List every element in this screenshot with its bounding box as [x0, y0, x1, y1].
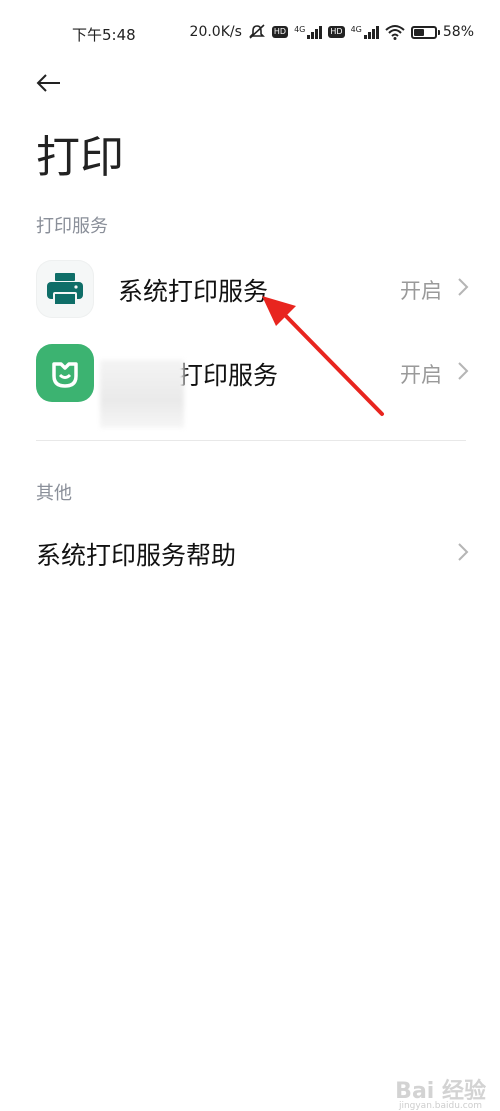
mi-home-icon [36, 344, 94, 402]
printer-icon [36, 260, 94, 318]
net-type-2: 4G [350, 25, 362, 34]
chevron-right-icon [458, 362, 469, 380]
watermark-url: jingyan.baidu.com [398, 1101, 482, 1111]
section-header-print-services: 打印服务 [36, 216, 108, 237]
blurred-redaction [100, 360, 184, 428]
list-item-system-print-service[interactable]: 系统打印服务 开启 [0, 248, 500, 328]
status-icons: 20.0K/s HD 4G HD 4G 58% [190, 24, 474, 40]
mute-bell-icon [248, 24, 265, 39]
hd-badge-2: HD [328, 26, 345, 38]
item-status: 开启 [400, 279, 442, 303]
item-status: 开启 [400, 363, 442, 387]
status-bar: 下午5:48 20.0K/s HD 4G HD 4G 58% [0, 0, 500, 70]
battery-fill [413, 28, 424, 36]
net-speed: 20.0K/s [189, 24, 242, 40]
list-item-mi-print-service[interactable]: 打印服务 开启 [0, 332, 500, 412]
chevron-right-icon [458, 543, 469, 561]
net-type-1: 4G [294, 25, 306, 34]
item-label: 系统打印服务 [118, 277, 269, 306]
back-arrow-icon [36, 74, 60, 92]
wifi-icon [385, 25, 405, 40]
section-header-other: 其他 [36, 483, 72, 504]
battery-icon [410, 25, 440, 39]
signal-2-icon: 4G [351, 25, 379, 39]
back-button[interactable] [30, 64, 70, 104]
list-item-print-service-help[interactable]: 系统打印服务帮助 [0, 520, 500, 584]
page-title: 打印 [36, 132, 124, 183]
battery-percent: 58% [442, 24, 474, 40]
status-time: 下午5:48 [72, 26, 136, 44]
chevron-right-icon [458, 278, 469, 296]
item-label: 系统打印服务帮助 [36, 541, 237, 570]
signal-1-icon: 4G [294, 25, 323, 39]
divider [36, 440, 466, 441]
item-label: 打印服务 [178, 361, 279, 390]
hd-badge: HD [271, 26, 289, 38]
